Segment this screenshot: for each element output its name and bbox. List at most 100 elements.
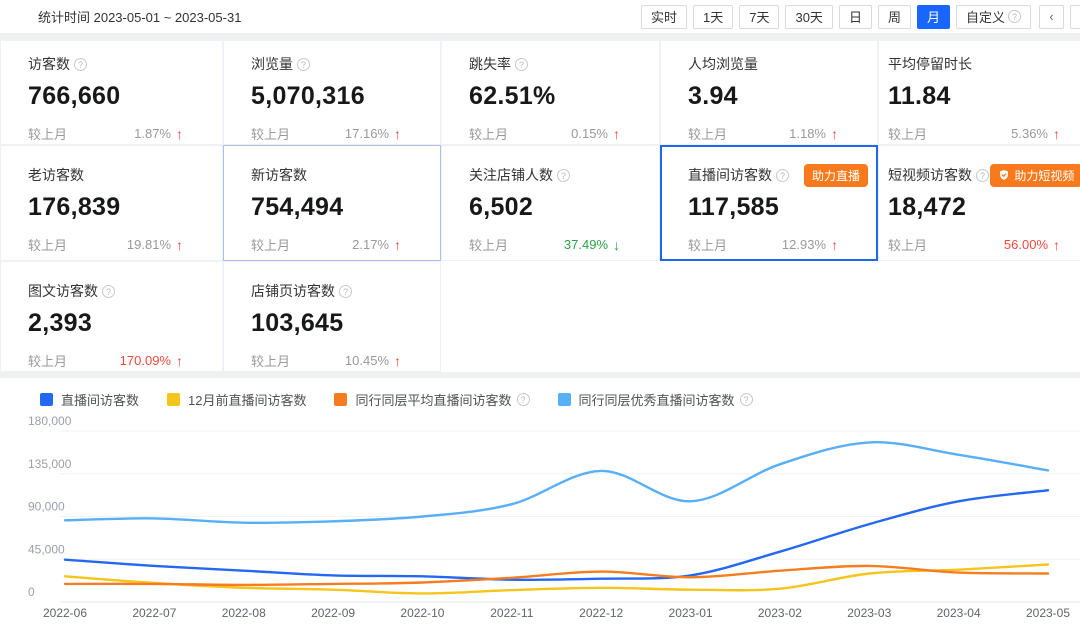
help-icon[interactable]: ? [102,285,115,298]
metric-card-bounce-rate[interactable]: 跳失率?62.51%较上月0.15%↑ [441,40,660,145]
compare-percent: 1.87% [134,126,171,141]
metric-card-title: 店铺页访客数? [251,280,441,302]
up-arrow-icon: ↑ [394,127,401,141]
metric-card-title: 访客数? [28,53,223,75]
legend-color-swatch [558,393,571,406]
metric-card-title: 短视频访客数?助力短视频› [888,164,1080,186]
metric-value: 3.94 [688,82,878,111]
range-button-month[interactable]: 月 [917,5,950,29]
compare-label: 较上月 [28,235,67,254]
date-range-button-group: 实时1天7天30天日周月自定义? [641,5,1031,29]
metric-card-live-room-visitors[interactable]: 直播间访客数?助力直播117,585较上月12.93%↑ [660,145,878,261]
metric-footer: 较上月2.17%↑ [251,235,441,254]
custom-range-help-icon[interactable]: ? [1008,10,1021,23]
legend-item-3[interactable]: 同行同层优秀直播间访客数? [558,390,753,409]
shield-check-icon [998,169,1010,181]
y-tick-label: 45,000 [28,542,65,556]
boost-badge-short-video-visitors[interactable]: 助力短视频 [990,164,1080,187]
metric-title-text: 平均停留时长 [888,54,972,74]
x-tick-label: 2022-07 [132,606,176,620]
y-tick-label: 180,000 [28,414,72,428]
help-icon[interactable]: ? [515,58,528,71]
trend-chart-section: 直播间访客数 12月前直播间访客数 同行同层平均直播间访客数? 同行同层优秀直播间访客… [0,378,1080,632]
help-icon[interactable]: ? [776,169,789,182]
metric-card-image-text-visitors[interactable]: 图文访客数?2,393较上月170.09%↑ [0,261,223,372]
metric-value: 766,660 [28,82,223,111]
range-pager: ‹ › [1039,5,1080,29]
legend-item-2[interactable]: 同行同层平均直播间访客数? [334,390,529,409]
range-button-30d[interactable]: 30天 [785,5,832,29]
metric-value: 6,502 [469,193,660,222]
metric-footer: 较上月 0.15% ↑ [469,124,660,143]
up-arrow-icon: ↑ [613,127,620,141]
metric-value: 2,393 [28,309,223,338]
compare-label: 较上月 [469,124,508,143]
metric-title-text: 新访客数 [251,165,307,185]
x-tick-label: 2023-04 [937,606,981,620]
legend-item-1[interactable]: 12月前直播间访客数 [167,390,306,409]
legend-label: 同行同层优秀直播间访客数 [579,390,735,409]
chart-legend: 直播间访客数 12月前直播间访客数 同行同层平均直播间访客数? 同行同层优秀直播间访客… [40,390,753,409]
legend-color-swatch [334,393,347,406]
compare-label: 较上月 [469,235,508,254]
compare-label: 较上月 [688,235,727,254]
compare-percent: 19.81% [127,237,171,252]
metric-card-row-2: 老访客数176,839较上月19.81%↑新访客数754,494较上月2.17%… [0,145,1080,261]
prev-range-button[interactable]: ‹ [1039,5,1064,29]
metric-card-title: 新访客数 [251,164,441,186]
metric-value: 62.51% [469,82,660,111]
legend-item-0[interactable]: 直播间访客数 [40,390,139,409]
compare-label: 较上月 [28,351,67,370]
range-button-custom[interactable]: 自定义? [956,5,1031,29]
metric-value: 176,839 [28,193,223,222]
metric-card-shop-followers[interactable]: 关注店铺人数?6,502较上月37.49%↓ [441,145,660,261]
help-icon[interactable]: ? [74,58,87,71]
metric-card-avg-stay-duration[interactable]: 平均停留时长11.84较上月5.36%↑ [878,40,1080,145]
range-button-1d[interactable]: 1天 [693,5,733,29]
metric-card-title: 图文访客数? [28,280,223,302]
up-arrow-icon: ↑ [831,127,838,141]
metric-card-avg-pageviews[interactable]: 人均浏览量3.94较上月1.18%↑ [660,40,878,145]
live-room-visitors-line-chart[interactable]: 045,00090,000135,000180,0002022-062022-0… [0,378,1080,632]
compare-label: 较上月 [688,124,727,143]
help-icon[interactable]: ? [976,169,989,182]
legend-label: 直播间访客数 [61,390,139,409]
range-button-day[interactable]: 日 [839,5,872,29]
range-button-realtime[interactable]: 实时 [641,5,687,29]
compare-percent: 0.15% [571,126,608,141]
boost-badge-live-room-visitors[interactable]: 助力直播 [804,164,868,187]
compare-percent: 2.17% [352,237,389,252]
metric-card-old-visitors[interactable]: 老访客数176,839较上月19.81%↑ [0,145,223,261]
up-arrow-icon: ↑ [394,238,401,252]
y-tick-label: 0 [28,585,35,599]
metric-card-pageviews[interactable]: 浏览量?5,070,316较上月17.16%↑ [223,40,441,145]
metric-title-text: 店铺页访客数 [251,281,335,301]
compare-percent: 12.93% [782,237,826,252]
compare-percent: 17.16% [345,126,389,141]
metric-card-title: 浏览量? [251,53,441,75]
x-tick-label: 2022-09 [311,606,355,620]
metric-title-text: 人均浏览量 [688,54,758,74]
metric-card-shop-page-visitors[interactable]: 店铺页访客数?103,645较上月10.45%↑ [223,261,441,372]
topbar: 统计时间 2023-05-01 ~ 2023-05-31 实时1天7天30天日周… [0,0,1080,33]
metric-card-visitors[interactable]: 访客数?766,660较上月1.87%↑ [0,40,223,145]
legend-help-icon[interactable]: ? [517,393,530,406]
compare-label: 较上月 [28,124,67,143]
metric-card-row-1: 访客数?766,660较上月1.87%↑浏览量?5,070,316较上月17.1… [0,40,1080,145]
legend-color-swatch [40,393,53,406]
range-button-7d[interactable]: 7天 [739,5,779,29]
boost-badge-label: 助力短视频 [1014,167,1074,184]
help-icon[interactable]: ? [297,58,310,71]
range-button-week[interactable]: 周 [878,5,911,29]
metric-card-new-visitors[interactable]: 新访客数754,494较上月2.17%↑ [223,145,441,261]
up-arrow-icon: ↑ [831,238,838,252]
help-icon[interactable]: ? [339,285,352,298]
compare-percent: 56.00% [1004,237,1048,252]
metric-card-short-video-visitors[interactable]: 短视频访客数?助力短视频›18,472较上月56.00%↑ [878,145,1080,261]
metric-title-text: 图文访客数 [28,281,98,301]
legend-help-icon[interactable]: ? [740,393,753,406]
next-range-button[interactable]: › [1070,5,1080,29]
series-line-3 [65,442,1048,523]
help-icon[interactable]: ? [557,169,570,182]
x-tick-label: 2023-02 [758,606,802,620]
